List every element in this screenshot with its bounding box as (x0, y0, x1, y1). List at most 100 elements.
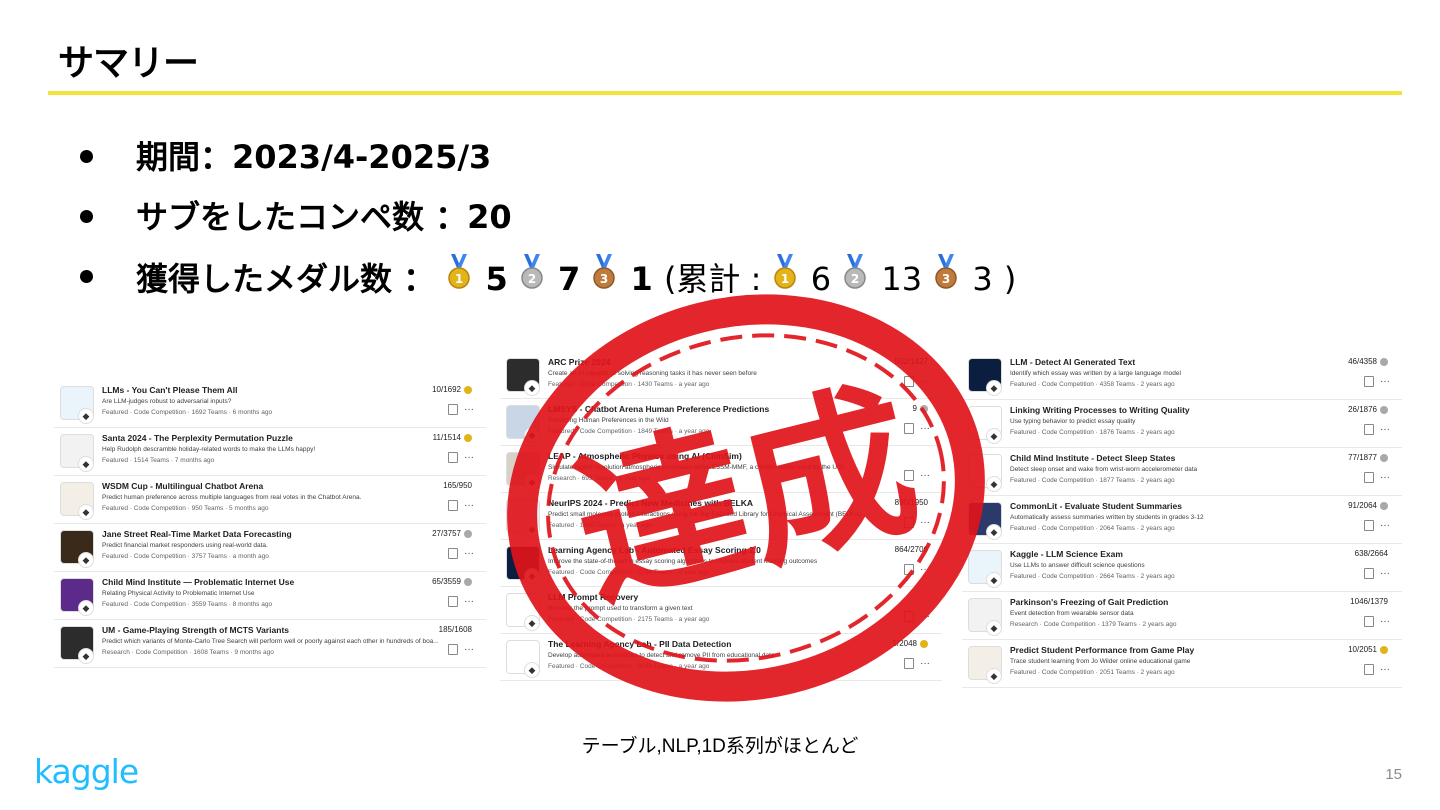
more-options-icon[interactable]: ··· (464, 548, 474, 559)
notebook-icon[interactable] (1364, 664, 1374, 675)
competition-title[interactable]: Child Mind Institute - Detect Sleep Stat… (1010, 453, 1175, 463)
notebook-icon[interactable] (1364, 472, 1374, 483)
competition-title[interactable]: ARC Prize 2024 (548, 357, 610, 367)
more-options-icon[interactable]: ··· (920, 470, 930, 481)
competition-description: Create an AI capable of solving reasonin… (548, 370, 757, 377)
competition-row[interactable]: ◆ Learning Agency Lab - Automated Essay S… (500, 540, 942, 587)
more-options-icon[interactable]: ··· (920, 658, 930, 669)
competition-row[interactable]: ◆ LLM Prompt Recovery Recover the prompt u… (500, 587, 942, 634)
notebook-icon[interactable] (904, 423, 914, 434)
notebook-icon[interactable] (904, 658, 914, 669)
competition-row[interactable]: ◆ LLMs - You Can't Please Them All Are LLM… (54, 380, 486, 428)
competition-description: Identify which essay was written by a la… (1010, 370, 1181, 377)
competition-row[interactable]: ◆ LMSYS - Chatbot Arena Human Preference … (500, 399, 942, 446)
competition-description: Predicting Human Preferences in the Wild (548, 417, 669, 424)
competition-rank: 9 (913, 404, 928, 413)
competition-title[interactable]: Child Mind Institute — Problematic Inter… (102, 577, 294, 587)
competition-title[interactable]: UM - Game-Playing Strength of MCTS Varia… (102, 625, 289, 635)
bullet-period-text: 期間：2023/4-2025/3 (136, 138, 492, 176)
competition-rank: 5/2048 (893, 639, 928, 648)
notebook-icon[interactable] (904, 376, 914, 387)
competition-title[interactable]: NeurIPS 2024 - Predict New Medicines wit… (548, 498, 753, 508)
more-options-icon[interactable]: ··· (464, 404, 474, 415)
competition-row[interactable]: ◆ UM - Game-Playing Strength of MCTS Vari… (54, 620, 486, 668)
competition-row[interactable]: ◆ Santa 2024 - The Perplexity Permutation… (54, 428, 486, 476)
rank-value: 10/2051 (1348, 645, 1377, 654)
notebook-icon[interactable] (1364, 568, 1374, 579)
rank-value: 65/3559 (432, 577, 461, 586)
competition-meta: Featured · Code Competition · 950 Teams … (102, 505, 269, 512)
competition-title[interactable]: Parkinson's Freezing of Gait Prediction (1010, 597, 1168, 607)
notebook-icon[interactable] (904, 517, 914, 528)
more-options-icon[interactable]: ··· (1380, 520, 1390, 531)
bullet-dot (80, 210, 93, 223)
more-options-icon[interactable]: ··· (920, 376, 930, 387)
notebook-icon[interactable] (904, 470, 914, 481)
competition-row[interactable]: ◆ Jane Street Real-Time Market Data Forec… (54, 524, 486, 572)
competition-title[interactable]: Learning Agency Lab - Automated Essay Sc… (548, 545, 761, 555)
competition-title[interactable]: LLMs - You Can't Please Them All (102, 385, 238, 395)
more-options-icon[interactable]: ··· (464, 644, 474, 655)
more-options-icon[interactable]: ··· (1380, 472, 1390, 483)
competition-row[interactable]: ◆ LLM - Detect AI Generated Text Identify … (962, 352, 1402, 400)
silver-count: 7 (557, 260, 581, 298)
silver-medal-icon: 2 (519, 254, 545, 302)
competition-meta: Featured · Code Competition · 2175 Teams… (548, 616, 710, 623)
notebook-icon[interactable] (1364, 616, 1374, 627)
more-options-icon[interactable]: ··· (920, 423, 930, 434)
competition-row[interactable]: ◆ Child Mind Institute - Detect Sleep Sta… (962, 448, 1402, 496)
competition-row[interactable]: ◆ NeurIPS 2024 - Predict New Medicines wi… (500, 493, 942, 540)
notebook-icon[interactable] (1364, 376, 1374, 387)
competition-title[interactable]: LLM Prompt Recovery (548, 592, 638, 602)
competition-row[interactable]: ◆ Parkinson's Freezing of Gait Prediction… (962, 592, 1402, 640)
competition-title[interactable]: LMSYS - Chatbot Arena Human Preference P… (548, 404, 769, 414)
competition-row[interactable]: ◆ ARC Prize 2024 Create an AI capable of s… (500, 352, 942, 399)
more-options-icon[interactable]: ··· (920, 564, 930, 575)
notebook-icon[interactable] (448, 548, 458, 559)
more-options-icon[interactable]: ··· (464, 500, 474, 511)
notebook-icon[interactable] (1364, 424, 1374, 435)
competition-row[interactable]: ◆ WSDM Cup - Multilingual Chatbot Arena Pr… (54, 476, 486, 524)
more-options-icon[interactable]: ··· (1380, 376, 1390, 387)
notebook-icon[interactable] (448, 644, 458, 655)
more-options-icon[interactable]: ··· (464, 452, 474, 463)
notebook-icon[interactable] (448, 404, 458, 415)
more-options-icon[interactable]: ··· (1380, 424, 1390, 435)
competition-title[interactable]: CommonLit - Evaluate Student Summaries (1010, 501, 1182, 511)
more-options-icon[interactable]: ··· (920, 611, 930, 622)
notebook-icon[interactable] (1364, 520, 1374, 531)
notebook-icon[interactable] (904, 564, 914, 575)
notebook-icon[interactable] (448, 452, 458, 463)
more-options-icon[interactable]: ··· (920, 517, 930, 528)
competition-title[interactable]: The Learning Agency Lab - PII Data Detec… (548, 639, 731, 649)
competition-row[interactable]: ◆ LEAP - Atmospheric Physics using AI (Cl… (500, 446, 942, 493)
competition-title[interactable]: Jane Street Real-Time Market Data Foreca… (102, 529, 292, 539)
competition-title[interactable]: Santa 2024 - The Perplexity Permutation … (102, 433, 293, 443)
silver-medal-icon (464, 529, 472, 538)
competition-rank: 91/2064 (1348, 501, 1388, 510)
bullet-dot (80, 150, 93, 163)
more-options-icon[interactable]: ··· (1380, 616, 1390, 627)
more-options-icon[interactable]: ··· (1380, 568, 1390, 579)
notebook-icon[interactable] (448, 596, 458, 607)
notebook-icon[interactable] (448, 500, 458, 511)
competition-row[interactable]: ◆ Kaggle - LLM Science Exam Use LLMs to an… (962, 544, 1402, 592)
competition-title[interactable]: Linking Writing Processes to Writing Qua… (1010, 405, 1190, 415)
more-options-icon[interactable]: ··· (464, 596, 474, 607)
notebook-icon[interactable] (904, 611, 914, 622)
competition-meta: Featured · Code Competition · 1849 Teams… (548, 428, 710, 435)
competition-row[interactable]: ◆ The Learning Agency Lab - PII Data Dete… (500, 634, 942, 681)
competition-row[interactable]: ◆ Child Mind Institute — Problematic Inte… (54, 572, 486, 620)
rank-value: 185/1608 (438, 625, 472, 634)
more-options-icon[interactable]: ··· (1380, 664, 1390, 675)
competition-row[interactable]: ◆ Linking Writing Processes to Writing Qu… (962, 400, 1402, 448)
competition-title[interactable]: Kaggle - LLM Science Exam (1010, 549, 1123, 559)
competition-title[interactable]: LEAP - Atmospheric Physics using AI (Cli… (548, 451, 742, 461)
competition-title[interactable]: WSDM Cup - Multilingual Chatbot Arena (102, 481, 263, 491)
competition-row[interactable]: ◆ CommonLit - Evaluate Student Summaries A… (962, 496, 1402, 544)
competition-row[interactable]: ◆ Predict Student Performance from Game P… (962, 640, 1402, 688)
competition-meta: Research · Code Competition · 1379 Teams… (1010, 621, 1177, 628)
trophy-icon: ◆ (524, 662, 540, 678)
competition-title[interactable]: LLM - Detect AI Generated Text (1010, 357, 1135, 367)
competition-title[interactable]: Predict Student Performance from Game Pl… (1010, 645, 1194, 655)
